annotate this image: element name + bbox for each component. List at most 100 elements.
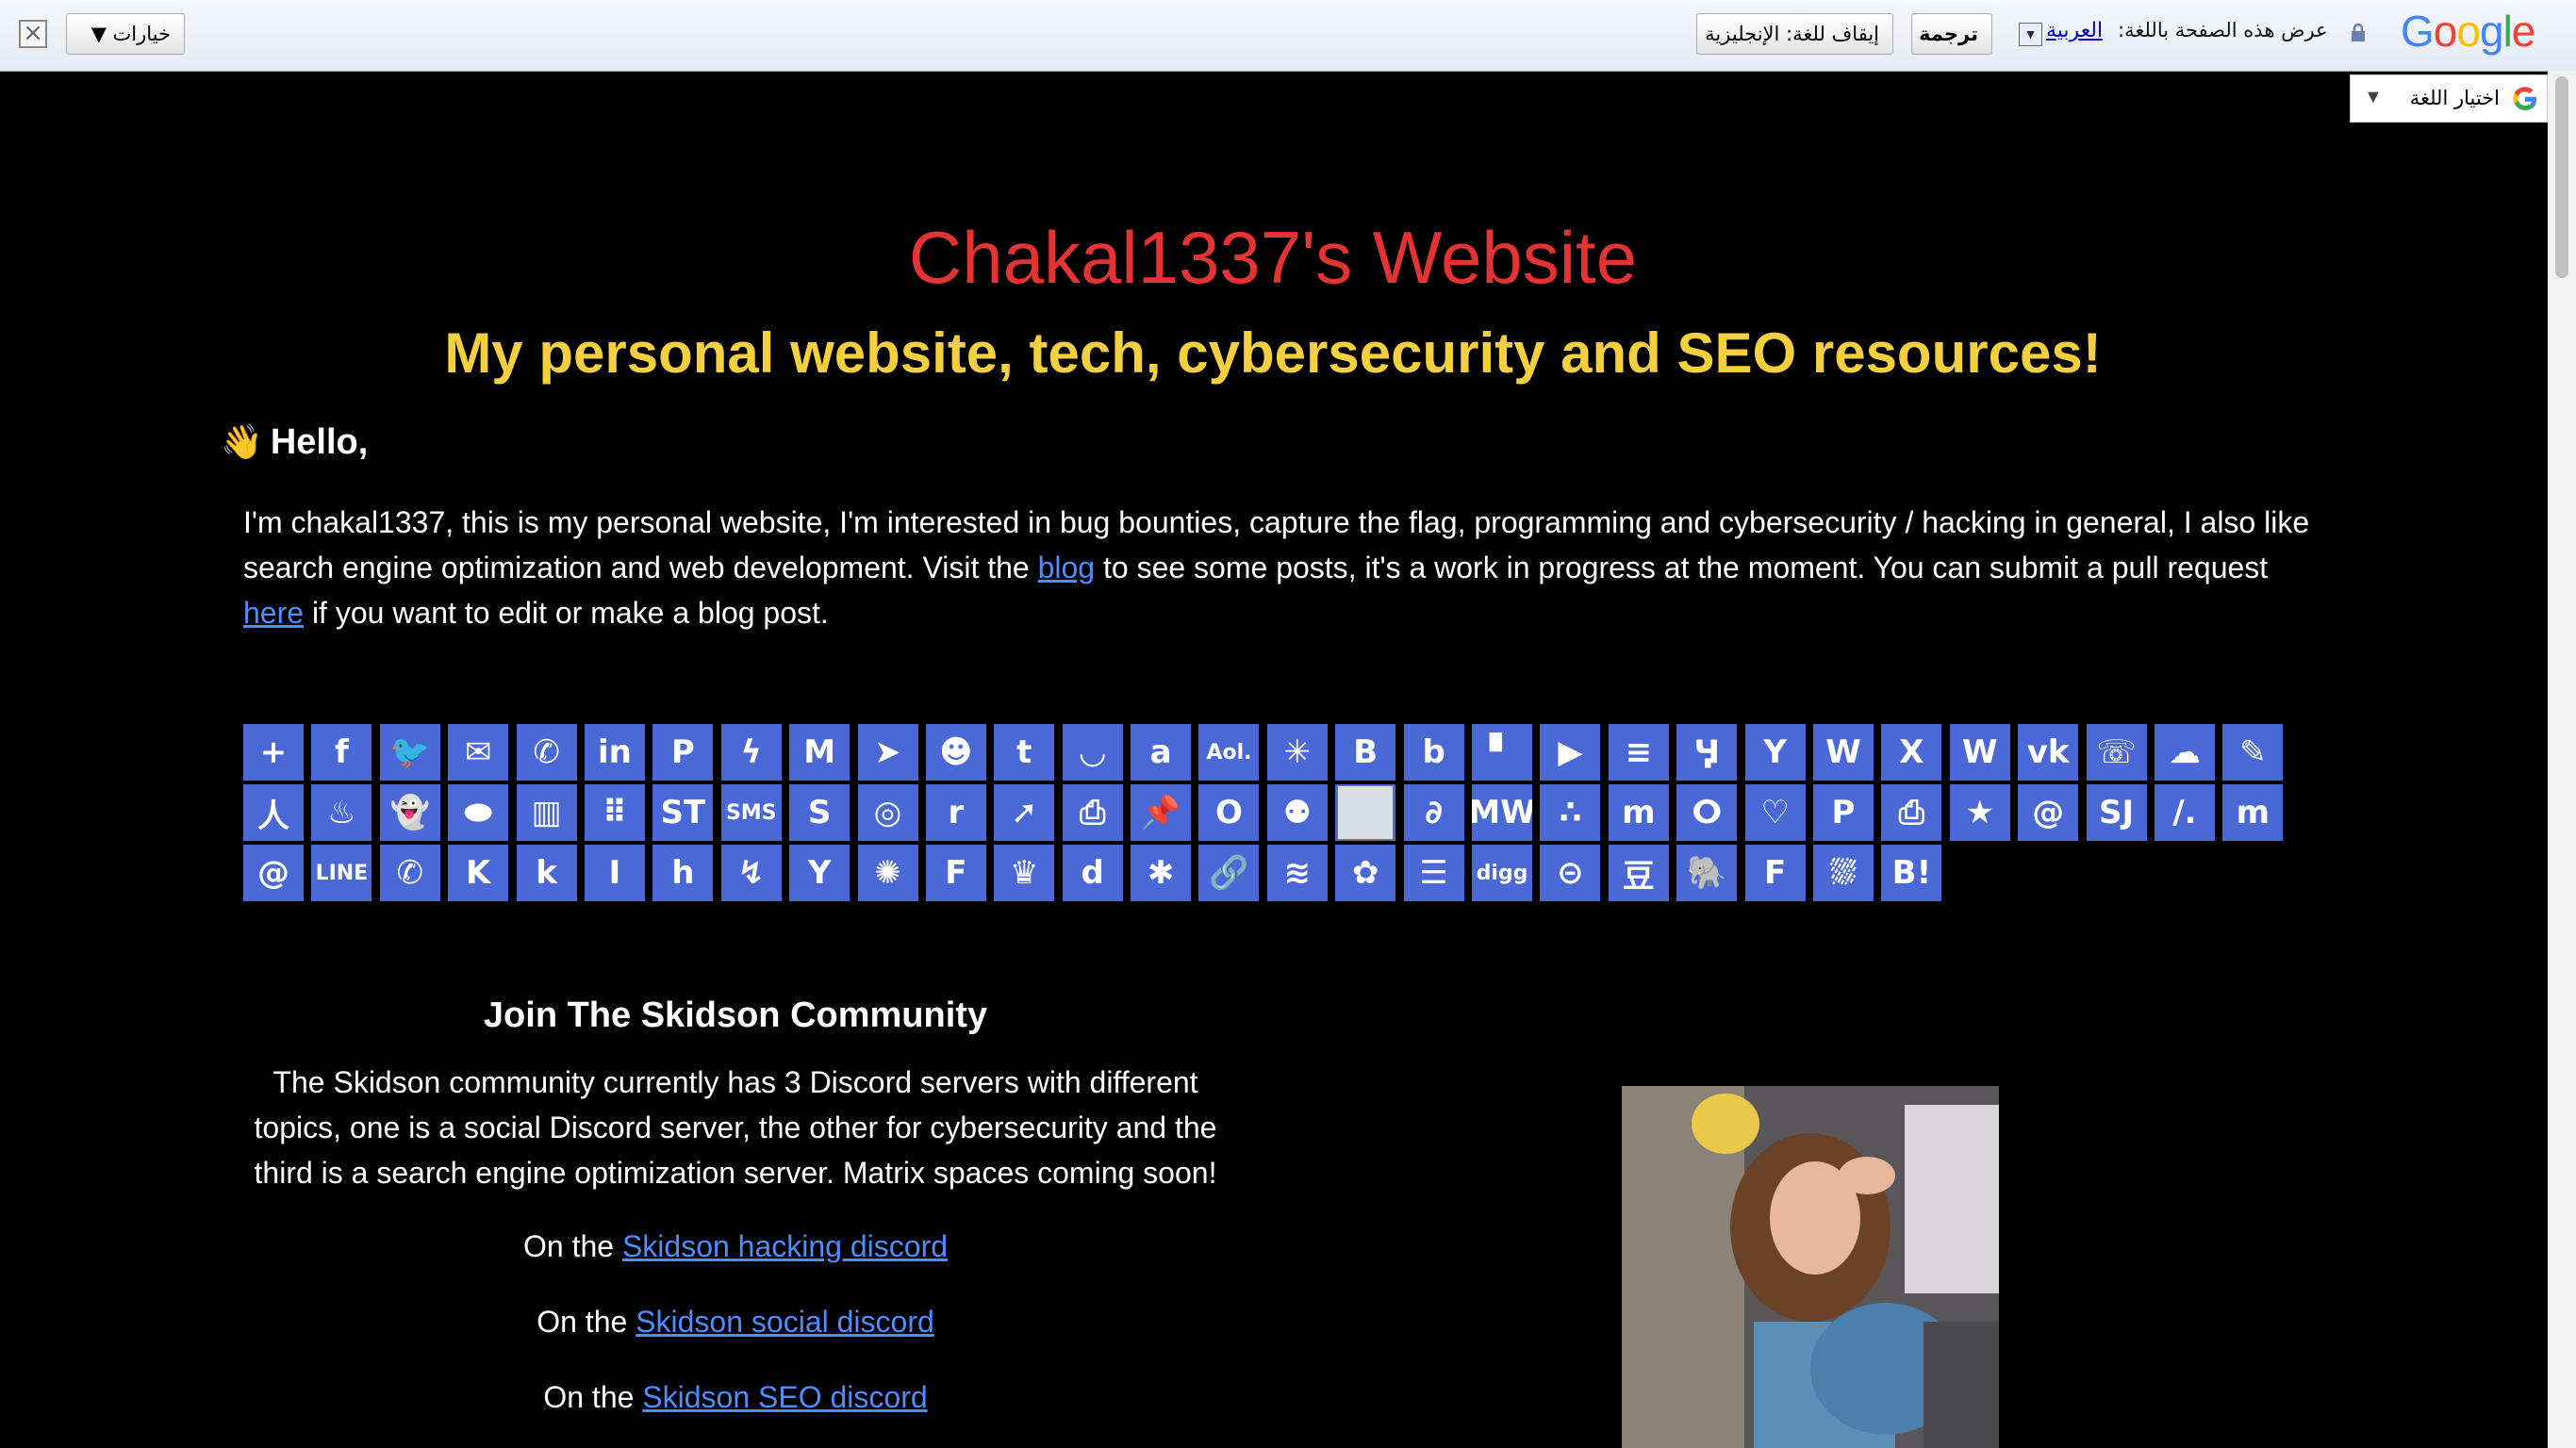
share-buffer-icon[interactable]: ≋ — [1266, 845, 1328, 903]
share-houzz-icon[interactable]: h — [652, 845, 714, 903]
options-button[interactable]: خيارات ▼ — [66, 13, 185, 55]
share-symbaloo-icon[interactable]: ST — [652, 784, 714, 843]
language-select[interactable]: ▼ اختيار اللغة — [2350, 74, 2548, 123]
share-diigo-icon[interactable]: ✺ — [857, 845, 918, 903]
share-vk-icon[interactable]: vk — [2018, 724, 2079, 782]
share-list-icon[interactable]: ☰ — [1403, 845, 1464, 903]
share-wechat-icon[interactable]: ☁ — [2154, 724, 2215, 782]
share-tumblr-icon[interactable]: t — [994, 724, 1055, 782]
share-link-icon[interactable]: 🔗 — [1198, 845, 1260, 903]
share-mendeley-icon[interactable]: ⬬ — [448, 784, 509, 843]
share-pocket-icon[interactable]: ◡ — [1062, 724, 1123, 782]
share-plurk-icon[interactable]: P — [1812, 784, 1874, 843]
share-flipboard-icon[interactable]: F — [1744, 845, 1806, 903]
share-snapchat-icon[interactable]: 👻 — [379, 784, 440, 843]
share-wykop-icon[interactable]: W — [1812, 724, 1874, 782]
hacking-discord-link[interactable]: Skidson hacking discord — [622, 1229, 948, 1263]
share-douban-icon[interactable]: 豆 — [1608, 845, 1669, 903]
share-gmail-icon[interactable]: M — [789, 724, 850, 782]
share-pinterest-icon[interactable]: P — [652, 724, 714, 782]
share-sj-icon[interactable]: SJ — [2086, 784, 2147, 843]
share-meneame-icon[interactable]: m — [1608, 784, 1669, 843]
blog-link[interactable]: blog — [1038, 551, 1096, 584]
share-apps-icon[interactable]: ⠿ — [584, 784, 645, 843]
share-instapaper-icon[interactable]: I — [584, 845, 645, 903]
share-rediff-icon[interactable]: r — [925, 784, 986, 843]
share-douban-d-icon[interactable]: d — [1062, 845, 1123, 903]
share-mailru-icon[interactable]: @ — [2018, 784, 2079, 843]
share-digg-icon[interactable]: digg — [1472, 845, 1533, 903]
share-bookmarks-icon[interactable]: ▶ — [1540, 724, 1601, 782]
share-yahoo-icon[interactable]: Y — [1744, 724, 1806, 782]
share-pinboard-icon[interactable]: 📌 — [1131, 784, 1192, 843]
language-link[interactable]: العربية — [2046, 19, 2103, 42]
share-kakao-icon[interactable]: ✆ — [379, 845, 440, 903]
share-linkedin-icon[interactable]: in — [584, 724, 645, 782]
share-flower-icon[interactable]: ✿ — [1335, 845, 1396, 903]
share-sms-icon[interactable]: SMS — [720, 784, 782, 843]
stop-translate-button[interactable]: إيقاف للغة: الإنجليزية — [1696, 13, 1893, 55]
share-reddit-icon[interactable]: ☻ — [925, 724, 986, 782]
share-pen-icon[interactable]: ✎ — [2222, 724, 2284, 782]
share-line-icon[interactable]: LINE — [311, 845, 372, 903]
share-disqus-icon[interactable]: ⊝ — [1540, 845, 1601, 903]
share-mewe-icon[interactable]: MW — [1472, 784, 1533, 843]
share-blogmarks-icon[interactable]: ▘ — [1472, 724, 1533, 782]
share-telegram-icon[interactable]: ➤ — [857, 724, 918, 782]
share-outlook-icon[interactable]: O — [1198, 784, 1260, 843]
share-tinder-icon[interactable]: ♨ — [311, 784, 372, 843]
share-mastodon-dots-icon[interactable]: ∴ — [1540, 784, 1601, 843]
share-qzone-icon[interactable]: ★ — [1949, 784, 2010, 843]
share-weibo-icon[interactable]: ◎ — [857, 784, 918, 843]
share-amazon-icon[interactable]: a — [1131, 724, 1192, 782]
share-whatsapp-icon[interactable]: ✆ — [516, 724, 577, 782]
share-printfriendly-icon[interactable]: ⎙ — [1062, 784, 1123, 843]
share-people-icon[interactable]: ⚉ — [1266, 784, 1328, 843]
share-calendar-icon[interactable]: ≡ — [1608, 724, 1669, 782]
share-facebook-icon[interactable]: f — [311, 724, 372, 782]
share-mastodon-icon[interactable]: m — [2222, 784, 2284, 843]
share-diaspora-icon[interactable]: ✳ — [1266, 724, 1328, 782]
share-aol-icon[interactable]: Aol. — [1198, 724, 1260, 782]
share-xing-icon[interactable]: X — [1881, 724, 1942, 782]
share-skype-icon[interactable]: S — [789, 784, 850, 843]
share-messenger-icon[interactable]: ϟ — [720, 724, 782, 782]
share-sitejot-icon[interactable]: ➚ — [994, 784, 1055, 843]
translate-button[interactable]: ترجمة — [1911, 13, 1992, 55]
google-logo: Google — [2401, 7, 2535, 56]
share-kik-icon[interactable]: K — [448, 845, 509, 903]
share-mail-at-icon[interactable]: @ — [243, 845, 304, 903]
share-heart-icon[interactable]: ♡ — [1744, 784, 1806, 843]
close-icon[interactable]: × — [19, 20, 47, 48]
share-slashdot-icon[interactable]: /. — [2154, 784, 2215, 843]
share-flipboard-f-icon[interactable]: F — [925, 845, 986, 903]
share-email-icon[interactable]: ✉ — [448, 724, 509, 782]
share-wordpress-icon[interactable]: W — [1949, 724, 2010, 782]
share-yandex-icon[interactable]: Ӌ — [1676, 724, 1738, 782]
share-addtoany-icon[interactable]: + — [243, 724, 304, 782]
share-trello-icon[interactable]: ▥ — [516, 784, 577, 843]
pull-request-link[interactable]: here — [243, 596, 304, 630]
share-evernote-alt-icon[interactable]: ∂ — [1403, 784, 1464, 843]
share-twitter-icon[interactable]: 🐦 — [379, 724, 440, 782]
social-discord-link[interactable]: Skidson social discord — [636, 1305, 934, 1339]
share-blogger-icon[interactable]: B — [1335, 724, 1396, 782]
share-hatena-alt-icon[interactable]: ↯ — [720, 845, 782, 903]
share-hatena-icon[interactable]: B! — [1881, 845, 1942, 903]
share-broken-image-icon[interactable] — [1335, 784, 1396, 843]
share-fark-icon[interactable]: ⛆ — [1812, 845, 1874, 903]
share-evernote-icon[interactable]: 🐘 — [1676, 845, 1738, 903]
seo-discord-link[interactable]: Skidson SEO discord — [642, 1380, 927, 1414]
share-renren-icon[interactable]: 人 — [243, 784, 304, 843]
share-print-icon[interactable]: ⎙ — [1881, 784, 1942, 843]
share-star-icon[interactable]: ✱ — [1131, 845, 1192, 903]
share-viber-icon[interactable]: ☏ — [2086, 724, 2147, 782]
scrollbar[interactable] — [2548, 71, 2576, 1448]
share-kindle-icon[interactable]: k — [516, 845, 577, 903]
language-dropdown-icon[interactable]: ▼ — [2019, 23, 2042, 46]
share-odnoklassniki-icon[interactable]: ⵔ — [1676, 784, 1738, 843]
share-bibsonomy-icon[interactable]: b — [1403, 724, 1464, 782]
scrollbar-thumb[interactable] — [2555, 76, 2568, 278]
share-folkd-icon[interactable]: ♛ — [994, 845, 1055, 903]
share-yummly-icon[interactable]: Y — [789, 845, 850, 903]
